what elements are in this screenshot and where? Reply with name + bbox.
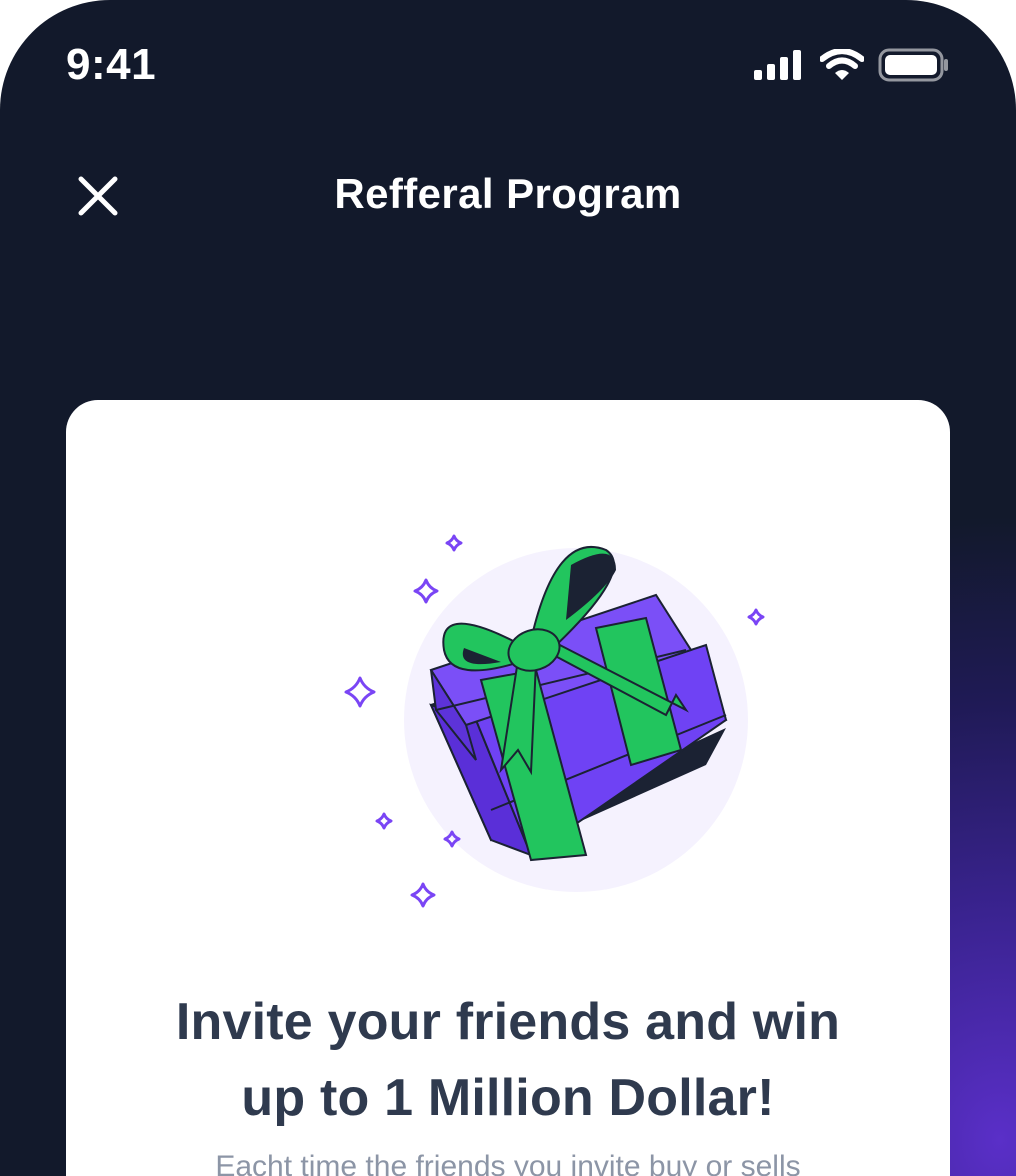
wifi-icon <box>820 49 864 80</box>
page-title: Refferal Program <box>334 170 682 217</box>
card-title-line1: Invite your friends and win <box>175 993 841 1051</box>
card-description: Eacht time the friends you invite buy or… <box>215 1150 801 1176</box>
status-icons <box>754 48 950 82</box>
status-time: 9:41 <box>66 40 157 89</box>
phone-screen: 9:41 Refferal Program Invite your friend… <box>0 0 1016 1176</box>
card-title: Invite your friends and win up to 1 Mill… <box>66 984 950 1136</box>
header: Refferal Program <box>0 150 1016 240</box>
battery-icon <box>878 48 948 82</box>
cellular-signal-icon <box>754 50 801 80</box>
status-bar: 9:41 <box>0 0 1016 130</box>
card-title-line2: up to 1 Million Dollar! <box>241 1069 775 1127</box>
referral-card: Invite your friends and win up to 1 Mill… <box>66 400 950 1176</box>
gift-box-illustration <box>344 534 765 908</box>
